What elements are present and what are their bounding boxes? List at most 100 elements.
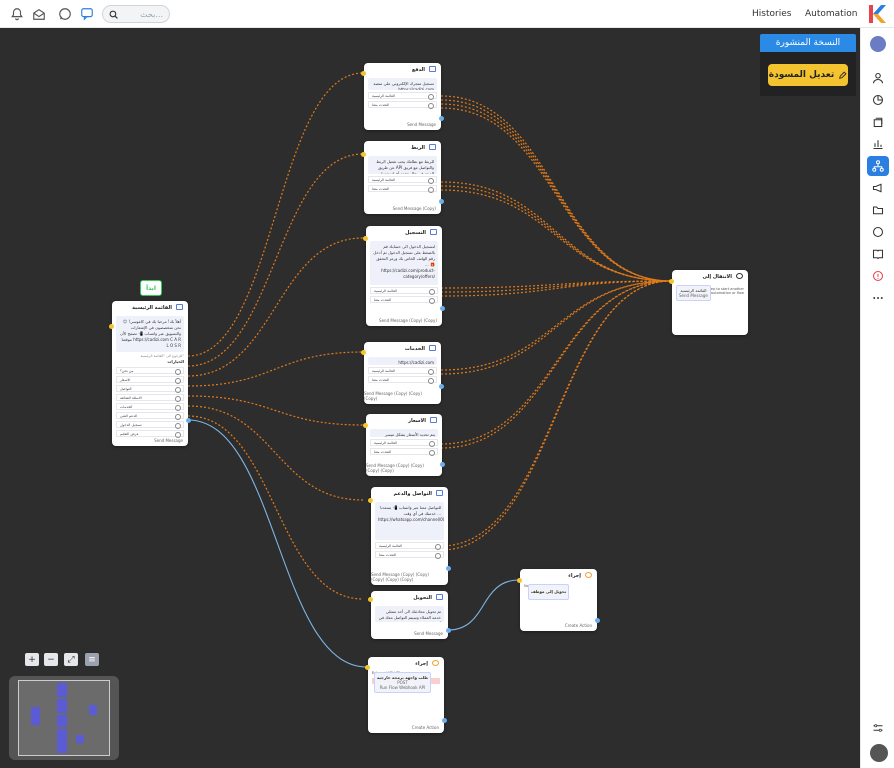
whatsapp-icon[interactable] xyxy=(58,7,72,21)
edge-option[interactable] xyxy=(187,351,364,387)
input-port[interactable] xyxy=(517,578,522,583)
input-port[interactable] xyxy=(365,665,370,670)
node-services[interactable]: الخدمات https://cadizi.com القائمة الرئي… xyxy=(364,342,441,404)
input-port[interactable] xyxy=(109,324,114,329)
option-item[interactable]: التحدث معنا xyxy=(370,448,438,456)
published-version-button[interactable]: النسخة المنشورة xyxy=(760,34,856,52)
edge-to-jump[interactable] xyxy=(440,103,672,282)
agent-transfer-box[interactable]: تحويل إلى موظف xyxy=(528,584,570,600)
option-item[interactable]: الاسئلة الشائعة xyxy=(116,394,184,402)
output-port[interactable] xyxy=(439,116,444,121)
edge-to-jump[interactable] xyxy=(440,280,672,445)
edge-option[interactable] xyxy=(187,237,364,377)
sidebar-item-automation[interactable] xyxy=(867,156,889,176)
input-port[interactable] xyxy=(363,423,368,428)
edit-draft-button[interactable]: تعديل المسودة xyxy=(768,64,848,86)
node-support[interactable]: التواصل والدعم للتواصل معنا عبر واتساب 📲… xyxy=(371,487,448,585)
output-port[interactable] xyxy=(595,618,600,623)
input-port[interactable] xyxy=(368,498,373,503)
edge-option[interactable] xyxy=(187,395,364,426)
sidebar-item-more[interactable] xyxy=(867,288,889,308)
option-item[interactable]: الدعم الفني xyxy=(116,412,184,420)
avatar[interactable] xyxy=(870,36,886,52)
edge-option[interactable] xyxy=(187,415,364,600)
option-item[interactable]: الخدمات xyxy=(116,403,184,411)
option-item[interactable]: القائمة الرئيسية xyxy=(370,287,438,295)
output-port[interactable] xyxy=(440,306,445,311)
option-item[interactable]: التحدث معنا xyxy=(368,101,437,109)
edge-fallback[interactable] xyxy=(187,419,368,668)
sidebar-item-contacts[interactable] xyxy=(867,68,889,88)
option-item[interactable]: القائمة الرئيسية xyxy=(368,176,437,184)
fit-view-button[interactable]: ⤢ xyxy=(64,653,78,666)
node-main-menu[interactable]: القائمة الرئيسية أهلاً بك! مرحبا بك في ك… xyxy=(112,301,188,446)
edge-to-jump[interactable] xyxy=(440,280,672,449)
option-item[interactable]: الاسعار xyxy=(116,376,184,384)
app-logo-icon[interactable] xyxy=(866,3,888,25)
input-port[interactable] xyxy=(368,597,373,602)
node-transfer[interactable]: التحويل تم تحويل محادثتك الى أحد ممثلي خ… xyxy=(371,591,448,639)
sidebar-item-templates[interactable] xyxy=(867,112,889,132)
histories-link[interactable]: Histories xyxy=(752,9,791,19)
option-item[interactable]: القائمة الرئيسية xyxy=(368,92,437,100)
minimap[interactable] xyxy=(9,676,119,760)
input-port[interactable] xyxy=(669,279,674,284)
zoom-in-button[interactable]: + xyxy=(25,653,39,666)
output-port[interactable] xyxy=(186,418,191,423)
edge-to-jump[interactable] xyxy=(440,107,672,282)
edge-to-jump[interactable] xyxy=(440,280,672,371)
output-port[interactable] xyxy=(442,718,447,723)
option-item[interactable]: تسجيل الدخول xyxy=(116,421,184,429)
option-item[interactable]: من نحن؟ xyxy=(116,367,184,375)
input-port[interactable] xyxy=(361,71,366,76)
jump-target[interactable]: القائمة الرئيسية Send Message xyxy=(676,285,711,301)
edge-option[interactable] xyxy=(187,405,364,501)
node-registration[interactable]: التسجيل لتسجيل الدخول الى حسابك قم بالضغ… xyxy=(366,226,442,326)
search-input[interactable]: بحث... xyxy=(102,5,170,23)
node-action-api[interactable]: إجراء طلب واجهة برمجة خارجية POST Run Fl… xyxy=(368,657,444,733)
option-item[interactable]: القائمة الرئيسية xyxy=(375,542,444,550)
edge-transfer[interactable] xyxy=(447,579,520,631)
node-jump-to[interactable]: الانتقال إلى القائمة الرئيسية Send Messa… xyxy=(672,270,748,335)
chat-icon[interactable] xyxy=(80,7,94,21)
sidebar-item-reports[interactable] xyxy=(867,90,889,110)
start-trigger[interactable]: ابدأ xyxy=(140,280,162,296)
output-port[interactable] xyxy=(440,462,445,467)
node-prices[interactable]: الاسعار يتم تحديد الأسعار بشكل ميسر للعم… xyxy=(366,414,442,476)
edge-to-jump[interactable] xyxy=(440,280,672,551)
edge-to-jump[interactable] xyxy=(440,95,672,282)
edge-to-jump[interactable] xyxy=(440,185,672,282)
output-port[interactable] xyxy=(446,566,451,571)
edge-to-jump[interactable] xyxy=(440,280,672,547)
option-item[interactable]: التواصل xyxy=(116,385,184,393)
sidebar-item-campaigns[interactable] xyxy=(867,178,889,198)
option-item[interactable]: عرض التعليم xyxy=(116,430,184,438)
option-item[interactable]: التحدث معنا xyxy=(368,376,437,384)
sidebar-item-settings[interactable] xyxy=(867,718,889,738)
edge-to-jump[interactable] xyxy=(440,189,672,282)
option-item[interactable]: التحدث معنا xyxy=(368,185,437,193)
sidebar-item-analytics[interactable] xyxy=(867,134,889,154)
option-item[interactable]: التحدث معنا xyxy=(375,551,444,559)
output-port[interactable] xyxy=(439,199,444,204)
node-action-agent[interactable]: إجراء تحويل إلى موظف No description prov… xyxy=(520,569,597,631)
option-item[interactable]: القائمة الرئيسية xyxy=(368,367,437,375)
zoom-out-button[interactable]: − xyxy=(44,653,58,666)
sidebar-item-docs[interactable] xyxy=(867,244,889,264)
input-port[interactable] xyxy=(361,152,366,157)
node-integration[interactable]: الربط للربط مع نظامك يجب تفعيل الربط عن … xyxy=(364,141,441,214)
input-port[interactable] xyxy=(361,350,366,355)
node-payment[interactable]: الدفع تسجيل متجرك الإلكتروني على منصة ht… xyxy=(364,63,441,130)
toggle-interactivity-button[interactable]: ≡ xyxy=(85,653,99,666)
output-port[interactable] xyxy=(439,384,444,389)
edge-to-jump[interactable] xyxy=(440,280,672,375)
edge-option[interactable] xyxy=(187,153,364,367)
mail-open-icon[interactable] xyxy=(32,7,46,21)
sidebar-item-alerts[interactable] xyxy=(867,266,889,286)
option-item[interactable]: القائمة الرئيسية xyxy=(370,439,438,447)
edge-to-jump[interactable] xyxy=(440,99,672,282)
output-port[interactable] xyxy=(446,628,451,633)
edge-option[interactable] xyxy=(187,72,364,357)
edge-to-jump[interactable] xyxy=(440,280,672,297)
automation-link[interactable]: Automation xyxy=(805,9,857,19)
